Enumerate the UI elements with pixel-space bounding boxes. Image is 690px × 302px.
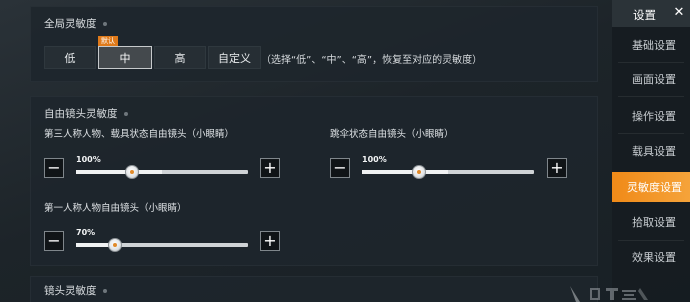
free-camera-title: 自由镜头灵敏度 xyxy=(44,106,128,121)
sidebar-divider xyxy=(618,96,684,97)
plus-icon: + xyxy=(263,231,277,250)
parachute-value: 100% xyxy=(362,155,387,164)
option-high-button[interactable]: 高 xyxy=(154,46,206,69)
sidebar-item-sensitivity[interactable]: 灵敏度设置 xyxy=(612,172,690,202)
watermark-logo xyxy=(570,286,648,302)
minus-icon: − xyxy=(47,158,61,177)
title-dot-icon xyxy=(102,289,107,293)
sensitivity-options: 低 默认 中 高 自定义 xyxy=(44,36,263,69)
parachute-slider-knob[interactable] xyxy=(412,165,426,179)
first-person-value: 70% xyxy=(76,228,96,237)
parachute-minus-button[interactable]: − xyxy=(330,158,350,178)
third-person-slider-fill xyxy=(76,170,162,174)
lens-sensitivity-title-text: 镜头灵敏度 xyxy=(44,285,97,297)
first-person-slider-knob[interactable] xyxy=(108,238,122,252)
settings-screen: 全局灵敏度 低 默认 中 高 自定义 （选择“低”、“中”、“高”，恢复至对应的… xyxy=(0,0,690,302)
plus-icon: + xyxy=(550,158,564,177)
first-person-slider-track[interactable] xyxy=(76,243,248,247)
first-person-free-camera-label: 第一人称人物自由镜头（小眼睛） xyxy=(44,203,187,214)
sidebar-divider xyxy=(618,133,684,134)
sidebar-item-vehicle[interactable]: 载具设置 xyxy=(612,137,690,165)
global-sensitivity-title: 全局灵敏度 xyxy=(44,16,107,31)
first-person-plus-button[interactable]: + xyxy=(260,231,280,251)
sidebar-item-controls[interactable]: 操作设置 xyxy=(612,102,690,130)
minus-icon: − xyxy=(333,158,347,177)
third-person-plus-button[interactable]: + xyxy=(260,158,280,178)
sidebar-item-effects[interactable]: 效果设置 xyxy=(612,243,690,271)
parachute-free-camera-label: 跳伞状态自由镜头（小眼睛） xyxy=(330,129,454,140)
parachute-slider-fill xyxy=(362,170,448,174)
close-button[interactable]: ✕ xyxy=(670,3,688,21)
option-low-button[interactable]: 低 xyxy=(44,46,96,69)
third-person-minus-button[interactable]: − xyxy=(44,158,64,178)
lens-sensitivity-panel xyxy=(30,276,598,302)
title-dot-icon xyxy=(102,22,107,26)
global-sensitivity-title-text: 全局灵敏度 xyxy=(44,18,97,30)
free-camera-title-text: 自由镜头灵敏度 xyxy=(44,108,118,120)
sidebar-divider xyxy=(618,240,684,241)
third-person-free-camera-label: 第三人称人物、载具状态自由镜头（小眼睛） xyxy=(44,129,235,140)
third-person-value: 100% xyxy=(76,155,101,164)
sidebar-divider xyxy=(618,62,684,63)
lens-sensitivity-title: 镜头灵敏度 xyxy=(44,283,107,298)
first-person-minus-button[interactable]: − xyxy=(44,231,64,251)
default-badge: 默认 xyxy=(98,36,118,46)
sidebar-item-basic[interactable]: 基础设置 xyxy=(612,31,690,59)
sensitivity-hint: （选择“低”、“中”、“高”，恢复至对应的灵敏度） xyxy=(261,55,483,66)
third-person-slider-knob[interactable] xyxy=(125,165,139,179)
minus-icon: − xyxy=(47,231,61,250)
option-mid-button[interactable]: 默认 中 xyxy=(98,36,152,69)
option-mid-label: 中 xyxy=(119,51,131,65)
sidebar-item-pickup[interactable]: 拾取设置 xyxy=(612,208,690,236)
option-custom-button[interactable]: 自定义 xyxy=(208,46,261,69)
parachute-slider-track[interactable] xyxy=(362,170,534,174)
plus-icon: + xyxy=(263,158,277,177)
sidebar-item-graphics[interactable]: 画面设置 xyxy=(612,65,690,93)
sidebar-title: 设置 xyxy=(633,8,656,22)
third-person-slider-track[interactable] xyxy=(76,170,248,174)
parachute-plus-button[interactable]: + xyxy=(547,158,567,178)
close-icon: ✕ xyxy=(673,4,685,20)
title-dot-icon xyxy=(123,112,128,116)
